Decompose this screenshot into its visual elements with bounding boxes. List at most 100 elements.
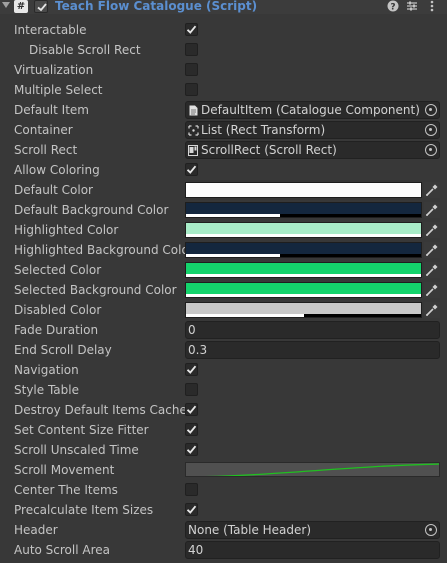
object-field-value: DefaultItem (Catalogue Component) bbox=[201, 103, 420, 117]
object-field-value: ScrollRect (Scroll Rect) bbox=[201, 143, 337, 157]
property-interactable: Interactable bbox=[0, 20, 447, 40]
property-label: Destroy Default Items Cache bbox=[14, 403, 187, 417]
scroll-rect-object-field[interactable]: ScrollRect (Scroll Rect) bbox=[185, 141, 440, 159]
property-label: Precalculate Item Sizes bbox=[14, 503, 154, 517]
component-header[interactable]: # Teach Flow Catalogue (Script) ? bbox=[0, 0, 447, 14]
highlighted-background-color-swatch[interactable] bbox=[185, 242, 422, 258]
allow-coloring-checkbox[interactable] bbox=[185, 163, 198, 176]
property-label: Set Content Size Fitter bbox=[14, 423, 149, 437]
default-background-color-swatch[interactable] bbox=[185, 202, 422, 218]
property-label: Center The Items bbox=[14, 483, 118, 497]
eyedropper-icon[interactable] bbox=[424, 202, 440, 218]
property-label: Default Background Color bbox=[14, 203, 169, 217]
property-label: Scroll Unscaled Time bbox=[14, 443, 139, 457]
fade-duration-input[interactable]: 0 bbox=[185, 321, 440, 339]
auto-scroll-area-input[interactable]: 40 bbox=[185, 541, 440, 559]
default-item-object-field[interactable]: DefaultItem (Catalogue Component) bbox=[185, 101, 440, 119]
property-label: Navigation bbox=[14, 363, 79, 377]
svg-text:?: ? bbox=[390, 3, 395, 13]
multiple-select-checkbox[interactable] bbox=[185, 83, 198, 96]
eyedropper-icon[interactable] bbox=[424, 302, 440, 318]
property-virtualization: Virtualization bbox=[0, 60, 447, 80]
disabled-color-swatch[interactable] bbox=[185, 302, 422, 318]
foldout-arrow-icon[interactable] bbox=[2, 2, 10, 8]
property-label: Interactable bbox=[14, 23, 87, 37]
property-default-color: Default Color bbox=[0, 180, 447, 200]
property-scroll-rect: Scroll Rect ScrollRect (Scroll Rect) bbox=[0, 140, 447, 160]
property-label: Disable Scroll Rect bbox=[29, 43, 141, 57]
scroll-unscaled-time-checkbox[interactable] bbox=[185, 443, 198, 456]
property-label: Scroll Movement bbox=[14, 463, 115, 477]
eyedropper-icon[interactable] bbox=[424, 262, 440, 278]
destroy-default-items-cache-checkbox[interactable] bbox=[185, 403, 198, 416]
object-picker-icon[interactable] bbox=[425, 124, 437, 136]
property-end-scroll-delay: End Scroll Delay 0.3 bbox=[0, 340, 447, 360]
precalculate-item-sizes-checkbox[interactable] bbox=[185, 503, 198, 516]
property-center-the-items: Center The Items bbox=[0, 480, 447, 500]
eyedropper-glyph bbox=[426, 244, 438, 256]
property-disabled-color: Disabled Color bbox=[0, 300, 447, 320]
alpha-bar-fill bbox=[186, 294, 421, 297]
eyedropper-icon[interactable] bbox=[424, 242, 440, 258]
object-picker-icon[interactable] bbox=[425, 104, 437, 116]
alpha-bar bbox=[186, 274, 421, 277]
property-label: Fade Duration bbox=[14, 323, 99, 337]
style-table-checkbox[interactable] bbox=[185, 383, 198, 396]
navigation-checkbox[interactable] bbox=[185, 363, 198, 376]
end-scroll-delay-input[interactable]: 0.3 bbox=[185, 341, 440, 359]
property-allow-coloring: Allow Coloring bbox=[0, 160, 447, 180]
eyedropper-glyph bbox=[426, 224, 438, 236]
checkmark-icon bbox=[186, 365, 197, 374]
center-the-items-checkbox[interactable] bbox=[185, 483, 198, 496]
set-content-size-fitter-checkbox[interactable] bbox=[185, 423, 198, 436]
eyedropper-glyph bbox=[426, 264, 438, 276]
property-destroy-default-items-cache: Destroy Default Items Cache bbox=[0, 400, 447, 420]
eyedropper-glyph bbox=[426, 304, 438, 316]
disable-scroll-rect-checkbox[interactable] bbox=[185, 43, 198, 56]
alpha-bar bbox=[186, 214, 421, 217]
rect-transform-icon bbox=[188, 125, 199, 136]
interactable-checkbox[interactable] bbox=[185, 23, 198, 36]
object-field-value: List (Rect Transform) bbox=[201, 123, 326, 137]
input-value: 0 bbox=[188, 323, 196, 337]
object-picker-icon[interactable] bbox=[425, 144, 437, 156]
property-label: Default Item bbox=[14, 103, 89, 117]
default-color-swatch[interactable] bbox=[185, 182, 422, 198]
property-selected-color: Selected Color bbox=[0, 260, 447, 280]
help-icon[interactable]: ? bbox=[387, 0, 399, 13]
property-scroll-movement: Scroll Movement bbox=[0, 460, 447, 480]
property-label: Allow Coloring bbox=[14, 163, 100, 177]
checkmark-icon bbox=[186, 25, 197, 34]
property-label: End Scroll Delay bbox=[14, 343, 112, 357]
presets-icon[interactable] bbox=[406, 0, 418, 12]
scroll-movement-curve-field[interactable] bbox=[185, 462, 440, 477]
property-disable-scroll-rect: Disable Scroll Rect bbox=[0, 40, 447, 60]
property-label: Scroll Rect bbox=[14, 143, 78, 157]
property-selected-background-color: Selected Background Color bbox=[0, 280, 447, 300]
property-highlighted-background-color: Highlighted Background Color bbox=[0, 240, 447, 260]
property-fade-duration: Fade Duration 0 bbox=[0, 320, 447, 340]
eyedropper-icon[interactable] bbox=[424, 222, 440, 238]
property-auto-scroll-area: Auto Scroll Area 40 bbox=[0, 540, 447, 560]
virtualization-checkbox[interactable] bbox=[185, 63, 198, 76]
container-object-field[interactable]: List (Rect Transform) bbox=[185, 121, 440, 139]
alpha-bar-fill bbox=[186, 254, 280, 257]
property-set-content-size-fitter: Set Content Size Fitter bbox=[0, 420, 447, 440]
object-picker-icon[interactable] bbox=[425, 524, 437, 536]
scroll-rect-icon bbox=[188, 145, 198, 156]
checkmark-icon bbox=[186, 425, 197, 434]
selected-background-color-swatch[interactable] bbox=[185, 282, 422, 298]
alpha-bar-fill bbox=[186, 314, 304, 317]
eyedropper-icon[interactable] bbox=[424, 282, 440, 298]
checkmark-icon bbox=[186, 445, 197, 454]
context-menu-icon[interactable] bbox=[426, 0, 438, 12]
component-enabled-checkbox[interactable] bbox=[34, 0, 48, 13]
highlighted-color-swatch[interactable] bbox=[185, 222, 422, 238]
header-object-field[interactable]: None (Table Header) bbox=[185, 521, 440, 539]
alpha-bar bbox=[186, 314, 421, 317]
alpha-bar-fill bbox=[186, 274, 421, 277]
property-label: Virtualization bbox=[14, 63, 94, 77]
property-label: Auto Scroll Area bbox=[14, 543, 110, 557]
eyedropper-icon[interactable] bbox=[424, 182, 440, 198]
selected-color-swatch[interactable] bbox=[185, 262, 422, 278]
